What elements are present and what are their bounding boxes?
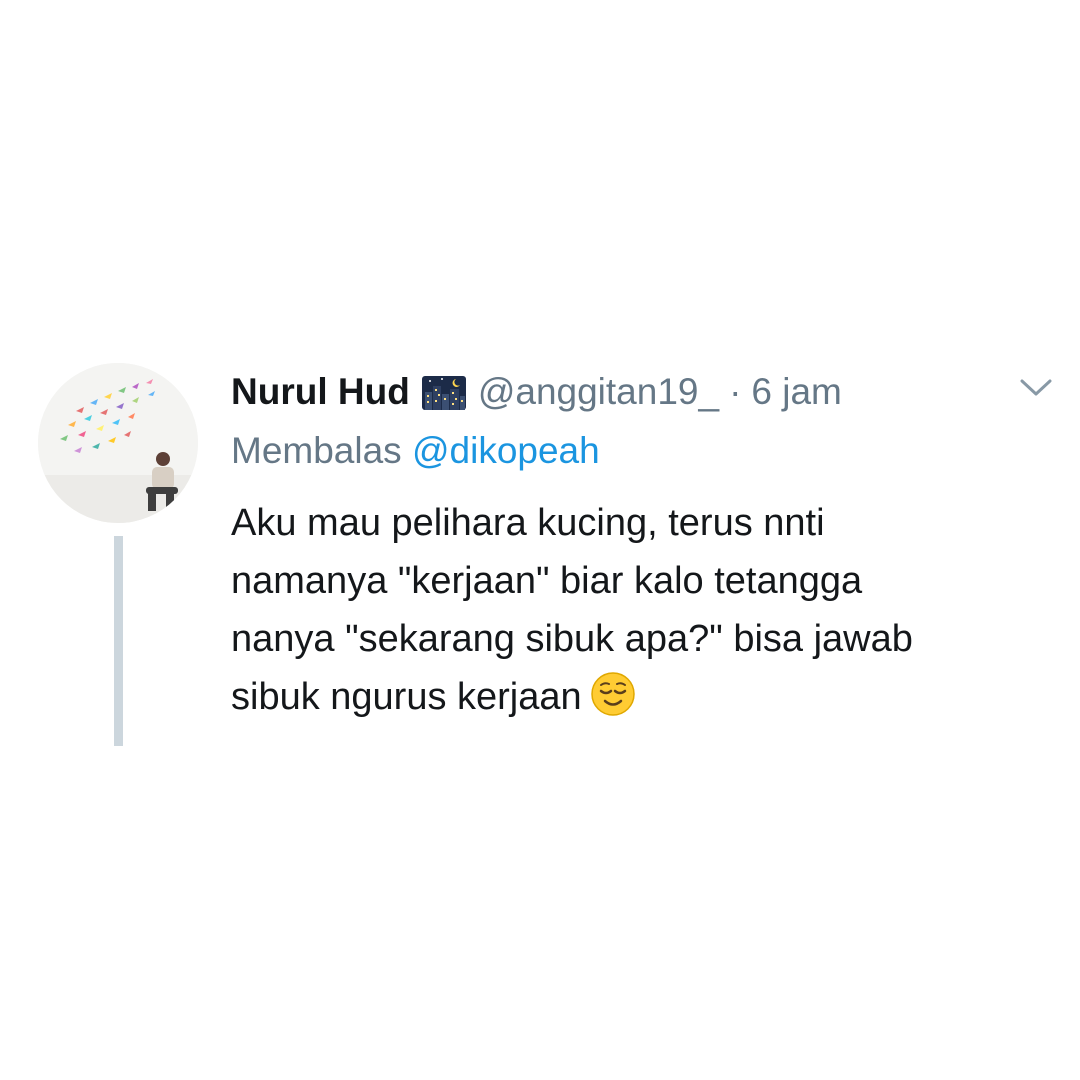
tweet-text: Aku mau pelihara kucing, terus nnti nama…	[231, 494, 1051, 726]
tweet-text-line-last: sibuk ngurus kerjaan	[231, 668, 1051, 726]
reply-prefix: Membalas	[231, 430, 402, 471]
separator-dot: ·	[729, 371, 742, 412]
avatar-photo	[38, 363, 198, 523]
timestamp[interactable]: 6 jam	[751, 371, 841, 413]
reply-mention-link[interactable]: @dikopeah	[412, 430, 600, 471]
city-at-night-emoji-icon	[420, 372, 468, 412]
relieved-face-emoji-icon	[590, 671, 636, 717]
tweet-text-line: Aku mau pelihara kucing, terus nnti	[231, 502, 825, 544]
reply-context: Membalas @dikopeah	[231, 430, 600, 472]
tweet-header: Nurul Hud @anggitan19_ · 6 jam	[231, 366, 842, 418]
display-name[interactable]: Nurul Hud	[231, 371, 410, 413]
thread-line	[114, 536, 123, 746]
avatar[interactable]	[38, 363, 198, 523]
tweet[interactable]: Nurul Hud @anggitan19_ · 6 jam Membalas …	[0, 0, 1080, 1080]
chevron-down-icon[interactable]	[1018, 376, 1054, 400]
tweet-text-line: namanya "kerjaan" biar kalo tetangga	[231, 560, 863, 602]
tweet-text-line: sibuk ngurus kerjaan	[231, 676, 582, 718]
tweet-text-line: nanya "sekarang sibuk apa?" bisa jawab	[231, 618, 913, 660]
handle[interactable]: @anggitan19_	[478, 371, 719, 413]
